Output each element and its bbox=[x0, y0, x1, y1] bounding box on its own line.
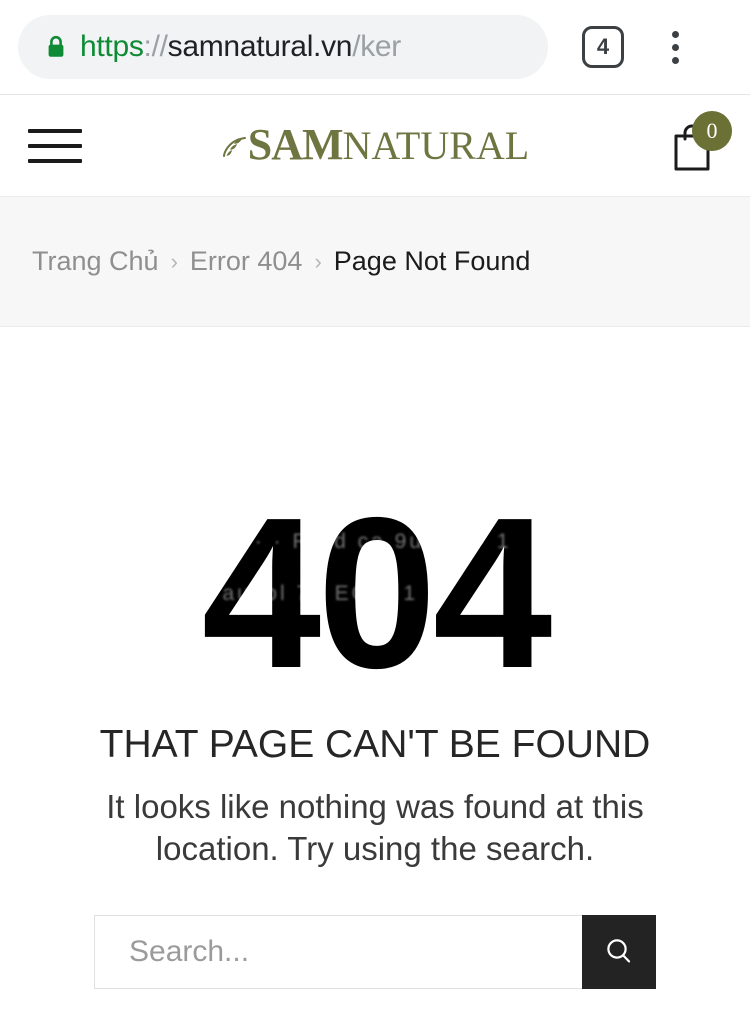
chevron-right-icon: › bbox=[170, 248, 178, 274]
menu-dot bbox=[671, 30, 679, 38]
chevron-right-icon: › bbox=[314, 248, 322, 274]
hamburger-bar bbox=[28, 143, 82, 148]
url-scheme: https bbox=[80, 30, 144, 63]
menu-dot bbox=[671, 43, 679, 51]
hamburger-icon[interactable] bbox=[28, 125, 82, 167]
breadcrumb-item-home[interactable]: Trang Chủ bbox=[32, 246, 159, 277]
brand-logo-link[interactable]: SAMNATURAL bbox=[221, 119, 530, 169]
tab-counter-label: 4 bbox=[596, 34, 610, 59]
search-icon bbox=[607, 938, 631, 963]
cart-count-badge: 0 bbox=[692, 110, 732, 151]
error-description: It looks like nothing was found at this … bbox=[106, 788, 644, 868]
lock-icon bbox=[48, 35, 64, 57]
menu-dot bbox=[671, 56, 679, 64]
browser-chrome: https://samnatural.vn/ker 4 bbox=[0, 0, 750, 95]
url-path: /ker bbox=[352, 30, 401, 63]
error-code: 404 ta · · Re d ca 9u EG · 1 aucol 7u EG… bbox=[202, 485, 553, 700]
tab-counter-button[interactable]: 4 bbox=[582, 26, 624, 68]
brand-text: SAMNATURAL bbox=[247, 119, 530, 169]
breadcrumb-item-error-404[interactable]: Error 404 bbox=[190, 246, 303, 277]
cart-button[interactable]: 0 bbox=[666, 110, 732, 175]
brand-logo: SAMNATURAL bbox=[0, 119, 750, 169]
search-submit-button[interactable] bbox=[582, 914, 656, 989]
leaf-icon bbox=[222, 136, 246, 157]
search-form bbox=[94, 914, 656, 989]
search-input[interactable] bbox=[94, 914, 582, 989]
brand-name-first: SAM bbox=[247, 119, 344, 169]
error-page-content: 404 ta · · Re d ca 9u EG · 1 aucol 7u EG… bbox=[0, 327, 750, 989]
breadcrumb: Trang Chủ › Error 404 › Page Not Found bbox=[32, 246, 530, 277]
site-header: SAMNATURAL 0 bbox=[0, 95, 750, 197]
breadcrumb-item-current: Page Not Found bbox=[333, 246, 531, 276]
hamburger-bar bbox=[28, 158, 82, 163]
hamburger-bar bbox=[28, 128, 82, 133]
three-dots-vertical-icon[interactable] bbox=[660, 26, 690, 68]
breadcrumb-band: Trang Chủ › Error 404 › Page Not Found bbox=[0, 197, 750, 327]
url-text: https://samnatural.vn/ker bbox=[80, 30, 401, 64]
address-bar[interactable]: https://samnatural.vn/ker bbox=[18, 15, 548, 79]
url-host: samnatural.vn bbox=[167, 30, 353, 63]
brand-name-second: NATURAL bbox=[342, 122, 530, 168]
page-title: THAT PAGE CAN'T BE FOUND bbox=[99, 723, 651, 767]
url-separator: :// bbox=[143, 30, 168, 63]
error-code-text: 404 bbox=[201, 472, 553, 713]
